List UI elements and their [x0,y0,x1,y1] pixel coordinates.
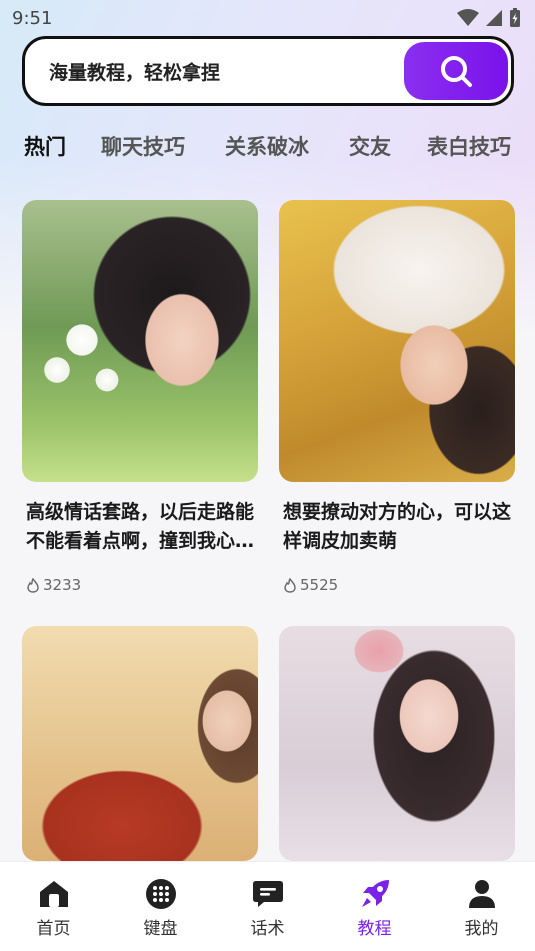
tab-label: 关系破冰 [225,135,309,159]
chat-icon [252,881,283,907]
tab-label: 交友 [349,135,391,159]
rocket-icon [361,880,389,907]
article-card[interactable]: 想要撩动对方的心，可以这样调皮加卖萌 5525 [279,200,515,610]
nav-label: 我的 [464,919,499,939]
flame-icon [284,577,296,593]
view-count-value: 3233 [43,576,82,594]
wifi-icon [457,9,479,26]
search-bar[interactable]: 海量教程，轻松拿捏 [22,36,514,106]
card-image [279,200,515,482]
nav-profile[interactable]: 我的 [428,862,535,951]
keyboard-icon [145,879,176,909]
nav-label: 首页 [36,919,71,939]
article-card[interactable] [279,626,515,861]
view-count-value: 5525 [300,576,339,594]
nav-tutorials[interactable]: 教程 [321,862,428,951]
status-bar: 9:51 [0,0,535,36]
card-image [22,626,258,861]
tab-confession[interactable]: 表白技巧 [427,131,511,161]
tab-dating[interactable]: 交友 [349,131,391,161]
search-input[interactable]: 海量教程，轻松拿捏 [49,58,404,85]
card-title: 高级情话套路，以后走路能不能看着点啊，撞到我心里了 [26,501,255,552]
nav-keyboard[interactable]: 键盘 [107,862,214,951]
view-count: 3233 [26,576,81,594]
bottom-nav: 首页 键盘 话术 教程 我的 [0,861,535,951]
search-icon [441,56,472,87]
tab-label: 热门 [24,135,66,159]
card-image [22,200,258,482]
signal-icon [486,10,502,26]
nav-label: 键盘 [143,919,178,939]
card-title: 想要撩动对方的心，可以这样调皮加卖萌 [283,501,512,552]
card-image [279,626,515,861]
view-count: 5525 [283,576,338,594]
nav-home[interactable]: 首页 [0,862,107,951]
category-tabs: 热门 聊天技巧 关系破冰 交友 表白技巧 [0,126,535,166]
battery-icon [510,8,520,27]
status-icons [457,8,521,28]
tab-hot[interactable]: 热门 [20,131,66,161]
article-card[interactable]: 高级情话套路，以后走路能不能看着点啊，撞到我心里了 3233 [22,200,258,610]
profile-icon [468,880,495,908]
flame-icon [27,577,39,593]
tab-label: 表白技巧 [427,135,511,159]
search-button[interactable] [404,42,508,100]
tab-chat-skills[interactable]: 聊天技巧 [101,131,185,161]
tab-icebreak[interactable]: 关系破冰 [225,131,309,161]
nav-label: 教程 [357,919,392,939]
article-card[interactable] [22,626,258,861]
tab-label: 聊天技巧 [101,135,185,159]
status-time: 9:51 [12,7,53,29]
nav-scripts[interactable]: 话术 [214,862,321,951]
nav-label: 话术 [250,919,285,939]
home-icon [39,881,68,907]
